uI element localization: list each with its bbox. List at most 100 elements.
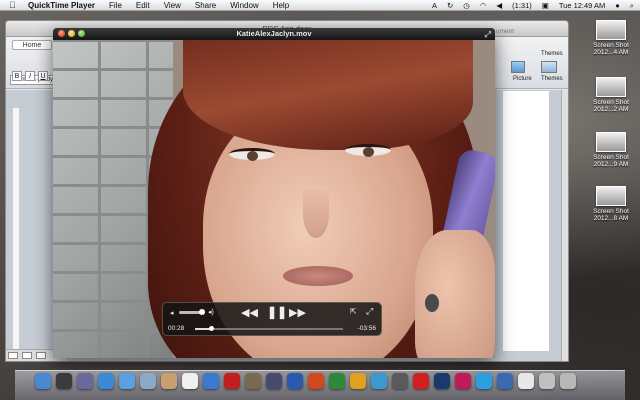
document-label: ument [496,28,515,35]
screenshot-thumbnail-icon [596,186,626,206]
desktop-file-label: Screen Shot 2012...8 AM [593,208,629,222]
word-icon[interactable] [287,373,303,389]
photoshop-icon[interactable] [434,373,450,389]
desktop-file-screenshot[interactable]: Screen Shot 2012...9 AM [584,132,638,168]
finder-icon[interactable] [35,373,51,389]
mission-control-icon[interactable] [77,373,93,389]
skype-icon[interactable] [476,373,492,389]
fast-forward-button[interactable]: ▶▶ [289,306,306,319]
indesign-icon[interactable] [455,373,471,389]
lips [283,266,353,286]
desktop-file-label: Screen Shot 2012...4 AM [593,42,629,56]
sync-status-icon[interactable]: ↻ [447,1,453,10]
user-icon[interactable]: ● [615,1,620,10]
messenger-icon[interactable] [371,373,387,389]
address-book-icon[interactable] [161,373,177,389]
spotlight-icon[interactable]: ⌕ [630,1,634,11]
vertical-scrollbar[interactable] [561,90,568,361]
documents-icon[interactable] [518,373,534,389]
time-elapsed: 00:28 [168,325,185,332]
iphoto-icon[interactable] [245,373,261,389]
playback-controls: ◂ ◂) ◀◀ ❚❚ ▶▶ ⇱ ⤢ 00:28 -03:56 [162,302,382,336]
battery-status[interactable]: (1:31) [512,1,532,10]
imovie-icon[interactable] [266,373,282,389]
themes-label[interactable]: Themes [541,76,563,82]
menu-file[interactable]: File [109,1,122,10]
volume-min-icon[interactable]: ◂ [170,309,174,317]
video-frame[interactable]: ◂ ◂) ◀◀ ❚❚ ▶▶ ⇱ ⤢ 00:28 -03:56 [53,40,495,358]
quicktime-titlebar[interactable]: KatieAlexJaclyn.mov ⤢ [53,28,495,40]
close-button[interactable] [58,30,65,37]
bold-button[interactable]: B [12,71,22,81]
quicktime-window[interactable]: KatieAlexJaclyn.mov ⤢ ◂ ◂) ◀◀ ❚❚ ▶▶ ⇱ ⤢ … [53,28,495,358]
scrubber-track[interactable] [195,328,343,330]
dock-items [35,373,576,389]
menu-share[interactable]: Share [195,1,216,10]
app-store-icon[interactable] [98,373,114,389]
volume-icon[interactable]: ◀ [496,1,502,10]
fingernail [425,294,439,312]
fullscreen-icon[interactable]: ⤢ [366,306,373,317]
ical-icon[interactable] [182,373,198,389]
input-flag-icon[interactable]: ▣ [542,1,549,10]
volume-max-icon[interactable]: ◂) [208,308,214,316]
quicktime-icon[interactable] [497,373,513,389]
vertical-ruler [12,107,20,361]
dock [15,370,625,400]
themes-panel: Themes Picture Themes [503,51,565,91]
outline-view-button[interactable] [22,352,32,359]
desktop-file-screenshot[interactable]: Screen Shot 2012...8 AM [584,186,638,222]
print-layout-button[interactable] [36,352,46,359]
menu-help[interactable]: Help [273,1,289,10]
nose [303,190,329,238]
excel-icon[interactable] [329,373,345,389]
playhead[interactable] [209,326,215,331]
acrobat-icon[interactable] [413,373,429,389]
italic-button[interactable]: I [25,71,35,81]
mail-icon[interactable] [140,373,156,389]
desktop-file-screenshot[interactable]: Screen Shot 2012...4 AM [584,20,638,56]
desktop-file-screenshot[interactable]: Screen Shot 2012...2 AM [584,77,638,113]
picture-icon[interactable] [511,61,525,73]
menu-view[interactable]: View [164,1,181,10]
themes-icon[interactable] [541,61,557,73]
screenshot-thumbnail-icon [596,132,626,152]
downloads-icon[interactable] [539,373,555,389]
adobe-status-icon[interactable]: A [432,1,437,10]
itunes-icon[interactable] [203,373,219,389]
powerpoint-icon[interactable] [308,373,324,389]
photo-booth-icon[interactable] [224,373,240,389]
rewind-button[interactable]: ◀◀ [241,306,258,319]
screenshot-thumbnail-icon [596,20,626,40]
final-cut-icon[interactable] [392,373,408,389]
left-eye [229,148,275,161]
desktop-file-label: Screen Shot 2012...2 AM [593,99,629,113]
zoom-button[interactable] [78,30,85,37]
share-icon[interactable]: ⇱ [350,307,357,316]
menu-window[interactable]: Window [230,1,258,10]
screenshot-thumbnail-icon [596,77,626,97]
hand [415,230,495,358]
pause-button[interactable]: ❚❚ [267,305,287,319]
document-page[interactable] [503,91,549,351]
wifi-icon[interactable]: ◠ [480,1,487,10]
dashboard-icon[interactable] [56,373,72,389]
menu-extras: A ↻ ◷ ◠ ◀ (1:31) ▣ Tue 12:49 AM ● ⌕ [432,0,634,11]
apple-menu-icon[interactable]:  [9,0,19,10]
themes-label-top: Themes [541,51,563,57]
underline-button[interactable]: U [38,71,48,81]
tab-home[interactable]: Home [12,40,52,50]
entourage-icon[interactable] [350,373,366,389]
minimize-button[interactable] [68,30,75,37]
trash-icon[interactable] [560,373,576,389]
menu-edit[interactable]: Edit [136,1,150,10]
desktop-file-label: Screen Shot 2012...9 AM [593,154,629,168]
draft-view-button[interactable] [8,352,18,359]
picture-label[interactable]: Picture [513,76,532,82]
safari-icon[interactable] [119,373,135,389]
time-machine-icon[interactable]: ◷ [463,1,470,10]
time-remaining: -03:56 [357,325,376,332]
app-menu[interactable]: QuickTime Player [28,1,95,10]
clock[interactable]: Tue 12:49 AM [559,1,605,10]
volume-knob[interactable] [199,309,205,315]
